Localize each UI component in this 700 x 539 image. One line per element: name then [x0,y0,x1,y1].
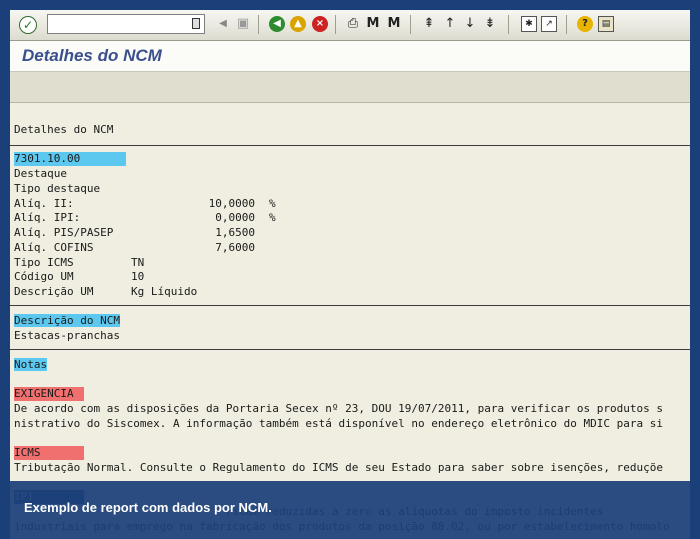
caption-overlay: Exemplo de report com dados por NCM. [0,481,700,539]
section-text-line: Tributação Normal. Consulte o Regulament… [14,461,664,474]
system-toolbar: ✓ ◀ ▣ ◀ ▲ × ⎙ M M ⇞ ↑ ↓ ⇟ ✱ ↗ ? ▤ [10,10,690,41]
field-unit: % [269,196,276,210]
field-label: Descrição UM [14,285,94,298]
field-row: Alíq. IPI: 0,0000% [14,211,276,225]
sap-window: ✓ ◀ ▣ ◀ ▲ × ⎙ M M ⇞ ↑ ↓ ⇟ ✱ ↗ ? ▤ Detalh… [10,10,690,539]
toolbar-separator [508,15,509,34]
toolbar-separator [566,15,567,34]
exit-icon[interactable]: ▲ [290,16,306,32]
new-session-icon[interactable]: ✱ [521,16,537,32]
field-label: Alíq. II: [14,196,74,210]
field-row: Alíq. II: 10,0000% [14,197,276,211]
descricao-header-row: Descrição do NCM [14,314,120,328]
next-page-icon[interactable]: ↓ [462,16,478,32]
last-page-icon[interactable]: ⇟ [482,16,498,32]
command-field[interactable] [47,14,205,34]
field-label: Alíq. COFINS [14,240,94,254]
section-header: ICMS [14,446,84,460]
field-unit: % [269,211,276,225]
field-value: 10,0000 [208,196,255,210]
page-title: Detalhes do NCM [22,46,162,65]
toolbar-separator [335,15,336,34]
divider [10,349,690,350]
prev-page-icon[interactable]: ↑ [442,16,458,32]
section-text-line: De acordo com as disposições da Portaria… [14,402,664,415]
field-row: Tipo ICMS TN [14,256,144,270]
section-header-row: ICMS [14,446,84,460]
field-row: Tipo destaque [14,182,131,196]
find-icon[interactable]: M [365,16,381,32]
divider [10,305,690,306]
help-icon[interactable]: ? [577,16,593,32]
title-bar: Detalhes do NCM [10,41,690,72]
ncm-code[interactable]: 7301.10.00 [14,152,126,166]
field-label: Alíq. IPI: [14,211,81,225]
find-next-icon[interactable]: M [386,16,402,32]
application-toolbar [10,72,690,103]
field-value: Kg Líquido [131,285,198,298]
field-value: 10 [131,270,145,284]
ncm-code-row: 7301.10.00 [14,152,126,166]
first-page-icon[interactable]: ⇞ [421,16,437,32]
descricao-header: Descrição do NCM [14,314,120,327]
field-row: Código UM 10 [14,270,144,284]
shortcut-icon[interactable]: ↗ [541,16,557,32]
field-row: Alíq. PIS/PASEP 1,6500 [14,226,255,240]
report-heading: Detalhes do NCM [14,123,114,136]
command-history-icon[interactable] [192,18,200,29]
caption-text: Exemplo de report com dados por NCM. [24,500,272,515]
divider [10,145,690,146]
notas-header-row: Notas [14,358,48,372]
section-header: EXIGENCIA [14,387,84,401]
back-nav-icon[interactable]: ◀ [269,16,285,32]
field-row: Alíq. COFINS 7,6000 [14,241,255,255]
toolbar-separator [410,15,411,34]
print-icon[interactable]: ⎙ [345,16,361,32]
back-icon[interactable]: ◀ [215,16,231,32]
save-icon[interactable]: ▣ [235,16,251,32]
descricao-text: Estacas-pranchas [14,329,120,342]
section-header-row: EXIGENCIA [14,387,84,401]
toolbar-separator [258,15,259,34]
field-value: TN [131,255,145,269]
cancel-icon[interactable]: × [312,16,328,32]
field-label: Código UM [14,270,74,284]
notas-header: Notas [14,358,48,371]
field-label: Destaque [14,167,67,180]
field-label: Alíq. PIS/PASEP [14,226,114,239]
section-text-line: nistrativo do Siscomex. A informação tam… [14,417,664,430]
report-list: Detalhes do NCM 7301.10.00 Destaque Tipo … [10,103,690,539]
field-label: Tipo ICMS [14,255,74,269]
field-row: Destaque [14,167,131,181]
field-row: Descrição UM Kg Líquido [14,285,197,299]
field-value: 0,0000 [215,211,255,225]
enter-icon[interactable]: ✓ [19,16,37,34]
field-value: 1,6500 [215,226,255,239]
field-value: 7,6000 [215,240,255,254]
layout-icon[interactable]: ▤ [598,16,614,32]
field-label: Tipo destaque [14,181,101,195]
